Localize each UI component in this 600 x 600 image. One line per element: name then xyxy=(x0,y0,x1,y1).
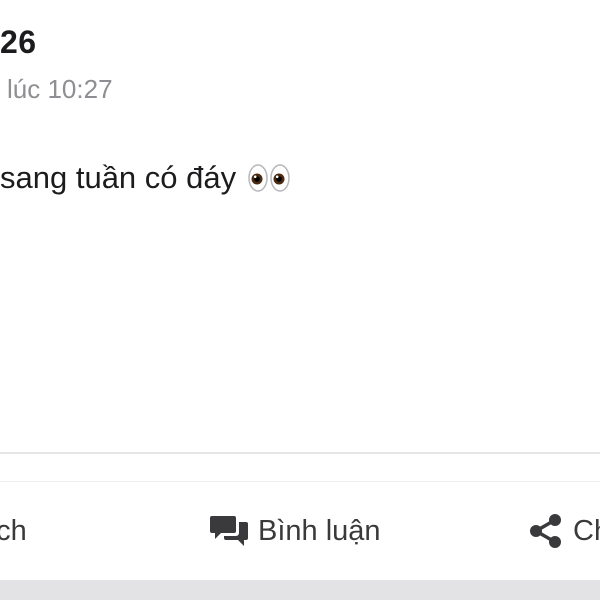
share-button[interactable]: Ch xyxy=(527,490,600,572)
share-icon xyxy=(527,512,565,550)
comment-bubbles-icon xyxy=(210,513,250,549)
post-header: 26 lúc 10:27 xyxy=(0,0,600,120)
author-name[interactable]: 26 xyxy=(0,24,37,61)
like-button-label: hích xyxy=(0,514,27,547)
like-button[interactable]: hích xyxy=(0,490,27,572)
comment-button[interactable]: Bình luận xyxy=(210,490,381,572)
post-content: sang tuần có đáy xyxy=(0,160,290,196)
action-bar: hích Bình luận Ch xyxy=(0,490,600,572)
eyes-emoji-icon xyxy=(248,163,290,193)
comment-button-label: Bình luận xyxy=(258,514,381,547)
post-card: 26 lúc 10:27 sang tuần có đáy hích xyxy=(0,0,600,600)
post-timestamp[interactable]: lúc 10:27 xyxy=(7,74,113,105)
feed-separator xyxy=(0,580,600,600)
divider xyxy=(0,481,600,482)
post-text: sang tuần có đáy xyxy=(0,160,237,195)
share-button-label: Ch xyxy=(573,514,600,547)
divider xyxy=(0,452,600,454)
